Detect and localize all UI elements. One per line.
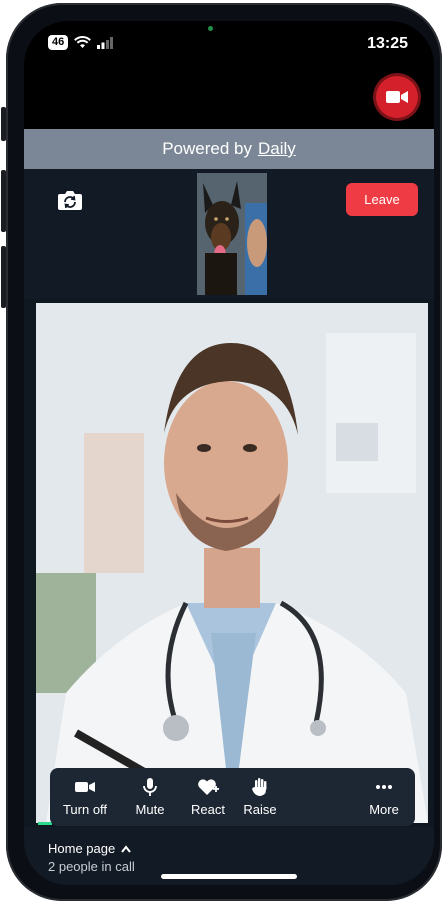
phone-frame: 46 13:25 Powered by Daily Leave Turn off… — [6, 3, 442, 901]
home-page-toggle[interactable]: Home page — [48, 841, 131, 856]
powered-by-text: Powered by — [162, 139, 252, 158]
tab-indicator — [38, 822, 52, 825]
mute-label: Mute — [135, 801, 165, 817]
doctor-video-feed — [36, 303, 428, 823]
wifi-icon — [74, 36, 92, 48]
more-dots-icon — [376, 784, 392, 789]
raise-hand-button[interactable]: Raise — [240, 768, 280, 826]
more-button[interactable]: More — [362, 768, 406, 826]
camera-flip-icon — [58, 191, 82, 210]
video-camera-icon — [75, 781, 95, 792]
daily-link[interactable]: Daily — [258, 139, 296, 159]
camera-flip-button[interactable] — [57, 189, 83, 211]
call-toolbar: Turn off Mute React Raise More — [50, 768, 415, 826]
people-count: 2 people in call — [48, 859, 135, 874]
app-screen: 46 13:25 Powered by Daily Leave Turn off… — [24, 21, 434, 885]
camera-indicator-dot — [208, 26, 213, 31]
network-badge: 46 — [48, 35, 69, 50]
microphone-icon — [143, 777, 157, 796]
turn-off-camera-button[interactable]: Turn off — [58, 768, 112, 826]
remote-video — [36, 303, 428, 823]
leave-button[interactable]: Leave — [346, 183, 418, 216]
react-label: React — [191, 801, 225, 817]
powered-by-banner: Powered by Daily — [24, 129, 434, 169]
raise-label: Raise — [243, 801, 277, 817]
more-label: More — [369, 801, 399, 817]
status-bar: 46 13:25 — [24, 21, 434, 71]
dog-video-feed — [197, 173, 267, 295]
react-button[interactable]: React — [186, 768, 230, 826]
notch — [124, 21, 340, 55]
chevron-up-icon — [121, 844, 131, 853]
video-toggle-button[interactable] — [376, 76, 418, 118]
home-page-title: Home page — [48, 841, 116, 856]
home-indicator[interactable] — [161, 874, 297, 879]
status-left: 46 — [48, 35, 114, 50]
mute-button[interactable]: Mute — [130, 768, 170, 826]
turn-off-label: Turn off — [62, 801, 108, 817]
status-time: 13:25 — [367, 35, 408, 52]
top-bar — [24, 71, 434, 129]
self-video-tile[interactable] — [197, 173, 267, 295]
heart-plus-icon — [198, 778, 219, 795]
video-camera-icon — [386, 91, 408, 103]
signal-icon — [97, 36, 114, 49]
raise-hand-icon — [252, 777, 267, 796]
